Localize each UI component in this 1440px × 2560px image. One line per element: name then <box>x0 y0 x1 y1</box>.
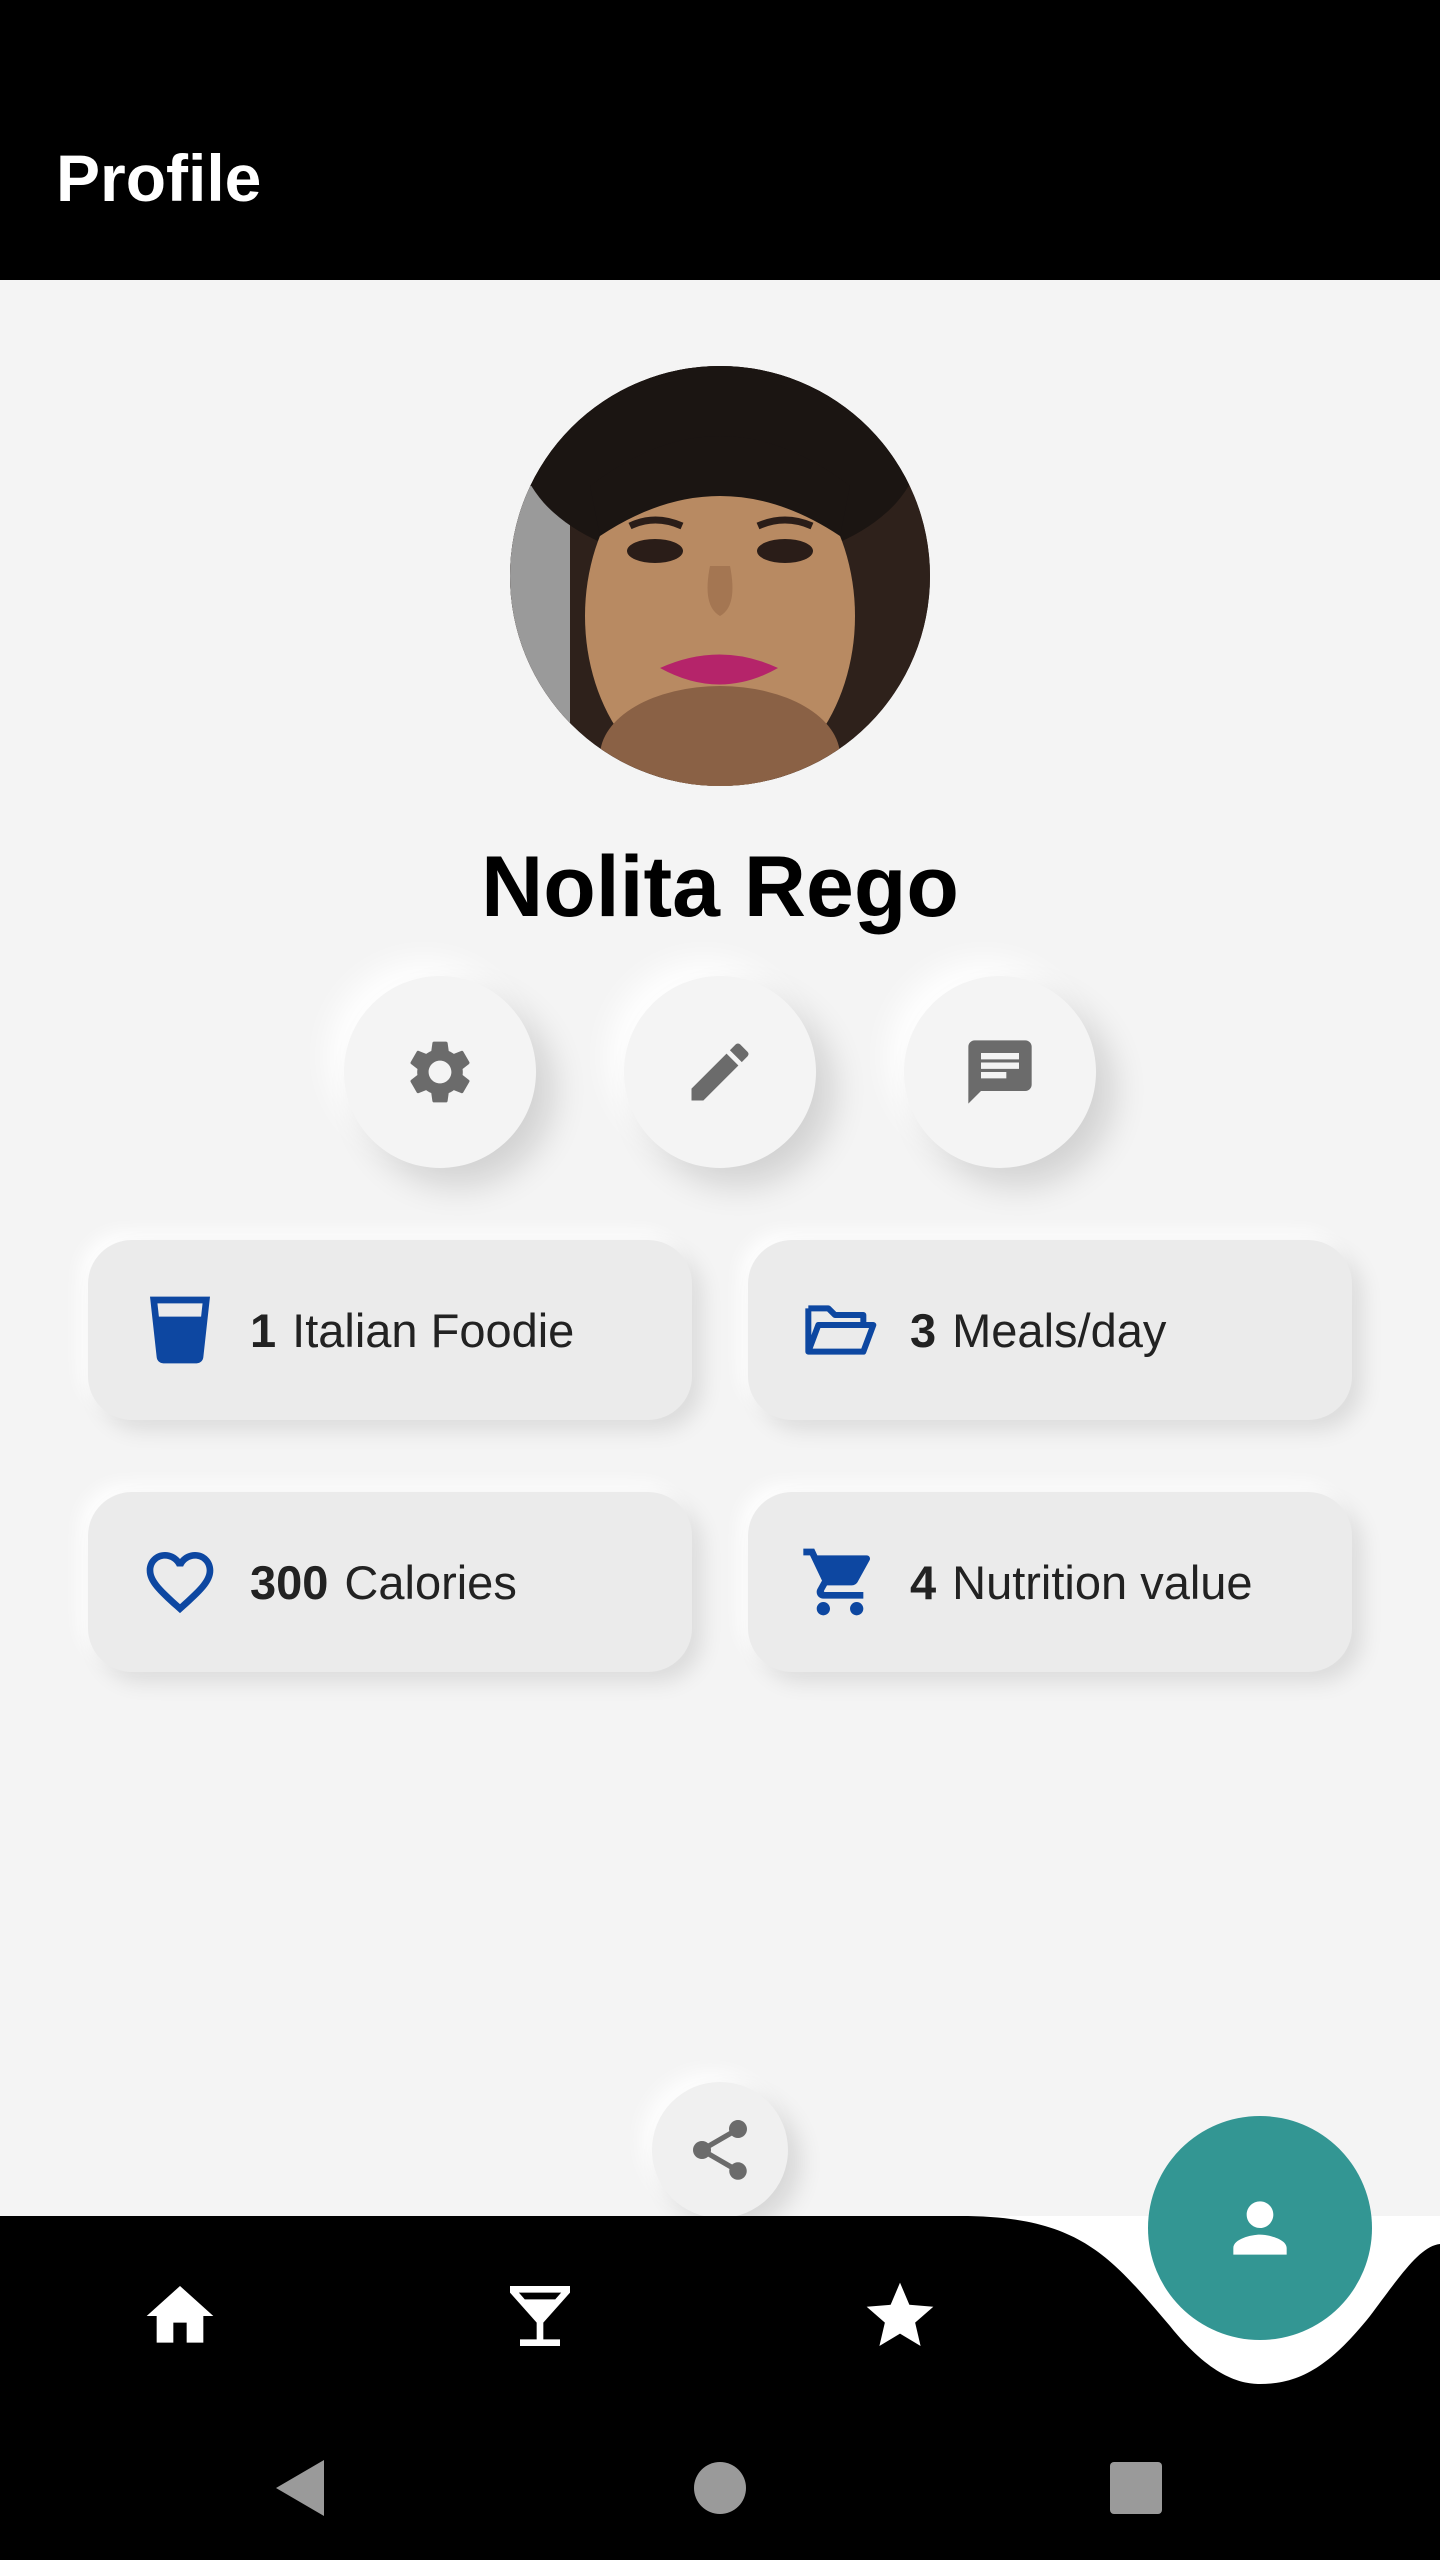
system-navigation-bar <box>0 2416 1440 2560</box>
nav-profile-button[interactable] <box>1148 2116 1372 2340</box>
chat-icon <box>968 1040 1032 1104</box>
nav-drinks[interactable] <box>490 2266 590 2366</box>
heart-icon <box>140 1542 220 1622</box>
stat-value: 3 <box>910 1303 937 1357</box>
recents-icon <box>1110 2462 1162 2514</box>
profile-photo <box>510 366 930 786</box>
message-button[interactable] <box>904 976 1096 1168</box>
system-back-button[interactable] <box>260 2448 340 2528</box>
folder-icon <box>800 1290 880 1370</box>
gear-icon <box>410 1041 470 1103</box>
stat-value: 300 <box>250 1555 329 1609</box>
stat-card-nutrition[interactable]: 4 Nutrition value <box>748 1492 1352 1672</box>
home-circle-icon <box>694 2462 746 2514</box>
share-icon <box>693 2120 747 2180</box>
cocktail-icon <box>510 2286 570 2346</box>
stat-label: Italian Foodie <box>292 1303 575 1357</box>
nav-home[interactable] <box>130 2266 230 2366</box>
home-icon <box>146 2286 214 2343</box>
cup-icon <box>140 1290 220 1370</box>
nav-favorites[interactable] <box>850 2266 950 2366</box>
user-name: Nolita Rego <box>481 839 959 935</box>
edit-button[interactable] <box>624 976 816 1168</box>
system-home-button[interactable] <box>680 2448 760 2528</box>
pencil-icon <box>691 1043 749 1101</box>
stat-label: Calories <box>344 1555 517 1609</box>
avatar <box>510 366 930 786</box>
stat-card-foodie[interactable]: 1 Italian Foodie <box>88 1240 692 1420</box>
stat-card-meals[interactable]: 3 Meals/day <box>748 1240 1352 1420</box>
share-button[interactable] <box>652 2082 788 2218</box>
page-title: Profile <box>56 141 262 215</box>
cart-icon <box>800 1542 880 1622</box>
stat-value: 4 <box>910 1555 937 1609</box>
app-bar: Profile <box>0 0 1440 280</box>
star-icon <box>866 2282 934 2346</box>
back-icon <box>276 2460 324 2516</box>
stat-label: Meals/day <box>952 1303 1167 1357</box>
person-icon <box>1233 2201 1287 2255</box>
system-recents-button[interactable] <box>1096 2448 1176 2528</box>
stat-card-calories[interactable]: 300 Calories <box>88 1492 692 1672</box>
settings-button[interactable] <box>344 976 536 1168</box>
stat-label: Nutrition value <box>952 1555 1253 1609</box>
stat-value: 1 <box>250 1303 277 1357</box>
